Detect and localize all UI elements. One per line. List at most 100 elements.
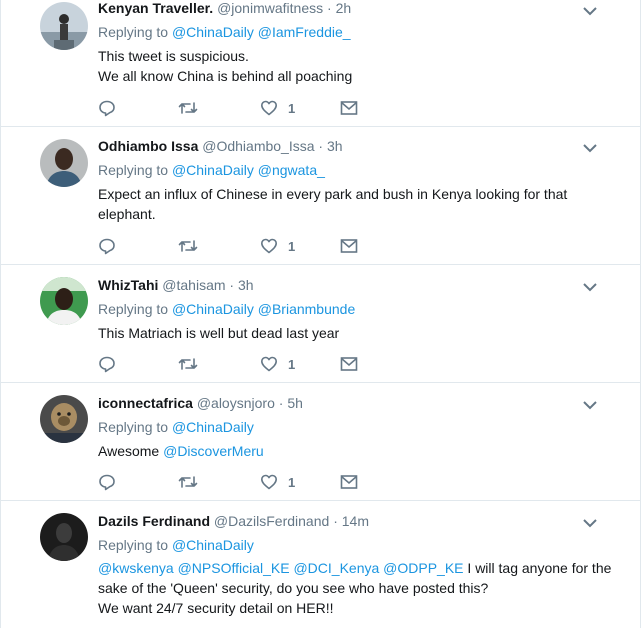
replying-to-label: Replying to xyxy=(98,537,169,553)
avatar[interactable] xyxy=(40,277,88,325)
tweet-feed: Kenyan Traveller. @jonimwafitness · 2h R… xyxy=(0,0,642,628)
chevron-down-icon[interactable] xyxy=(582,517,598,529)
tweet-text-line: Expect an influx of Chinese in every par… xyxy=(98,186,568,202)
retweet-button[interactable] xyxy=(178,98,198,118)
tweet-3[interactable]: WhizTahi @tahisam · 3h Replying to @Chin… xyxy=(0,265,640,382)
mention-link[interactable]: @ChinaDaily xyxy=(172,162,254,178)
chevron-down-icon[interactable] xyxy=(582,5,598,17)
tweet-time[interactable]: 2h xyxy=(336,0,352,16)
mention-link[interactable]: @NPSOfficial_KE xyxy=(178,560,290,576)
replying-to-label: Replying to xyxy=(98,162,169,178)
retweet-button[interactable] xyxy=(178,354,198,374)
separator-dot: · xyxy=(278,395,284,411)
message-button[interactable] xyxy=(340,98,358,118)
tweet-time[interactable]: 3h xyxy=(238,277,254,293)
user-handle[interactable]: @tahisam xyxy=(162,277,225,293)
like-button[interactable]: 1 xyxy=(260,98,295,118)
tweet-actions: 1 xyxy=(98,472,368,492)
like-button[interactable]: 1 xyxy=(260,472,295,492)
tweet-text-line: This tweet is suspicious. xyxy=(98,48,249,64)
like-count: 1 xyxy=(288,356,296,372)
retweet-button[interactable] xyxy=(178,472,198,492)
display-name[interactable]: WhizTahi xyxy=(98,277,158,293)
chevron-down-icon[interactable] xyxy=(582,399,598,411)
message-icon xyxy=(340,475,358,489)
mention-link[interactable]: @kwskenya xyxy=(98,560,174,576)
replying-to: Replying to @ChinaDaily xyxy=(98,537,254,553)
mention-link[interactable]: @ChinaDaily xyxy=(172,24,254,40)
avatar[interactable] xyxy=(40,513,88,561)
tweet-text: This tweet is suspicious. We all know Ch… xyxy=(98,46,588,86)
like-button[interactable]: 1 xyxy=(260,354,295,374)
tweet-text-line: @kwskenya @NPSOfficial_KE @DCI_Kenya @OD… xyxy=(98,558,611,578)
reply-button[interactable] xyxy=(98,98,116,118)
mention-link[interactable]: @ngwata_ xyxy=(258,162,325,178)
avatar[interactable] xyxy=(40,395,88,443)
replying-to-label: Replying to xyxy=(98,24,169,40)
like-count: 1 xyxy=(288,100,296,116)
display-name[interactable]: Kenyan Traveller. xyxy=(98,0,213,16)
like-button[interactable]: 1 xyxy=(260,236,295,256)
chevron-down-icon[interactable] xyxy=(582,142,598,154)
reply-icon xyxy=(99,474,115,491)
tweet-text-span: Awesome xyxy=(98,443,160,459)
right-border xyxy=(640,0,641,628)
avatar[interactable] xyxy=(40,2,88,50)
tweet-2[interactable]: Odhiambo Issa @Odhiambo_Issa · 3h Replyi… xyxy=(0,127,640,264)
tweet-text: Expect an influx of Chinese in every par… xyxy=(98,184,588,224)
tweet-text-line: sake of the 'Queen' security, do you see… xyxy=(98,580,489,596)
replying-to: Replying to @ChinaDaily xyxy=(98,419,254,435)
mention-link[interactable]: @ODPP_KE xyxy=(383,560,463,576)
tweet-time[interactable]: 5h xyxy=(287,395,303,411)
like-icon xyxy=(261,238,277,254)
tweet-text-line: We want 24/7 security detail on HER!! xyxy=(98,600,334,616)
tweet-text-line: We all know China is behind all poaching xyxy=(98,68,353,84)
separator-dot: · xyxy=(229,277,235,293)
retweet-icon xyxy=(178,476,198,488)
message-icon xyxy=(340,357,358,371)
user-handle[interactable]: @aloysnjoro xyxy=(197,395,275,411)
tweet-header: iconnectafrica @aloysnjoro · 5h xyxy=(98,395,303,411)
chevron-down-icon[interactable] xyxy=(582,281,598,293)
replying-to: Replying to @ChinaDaily @ngwata_ xyxy=(98,162,325,178)
user-handle[interactable]: @Odhiambo_Issa xyxy=(202,138,314,154)
tweet-1[interactable]: Kenyan Traveller. @jonimwafitness · 2h R… xyxy=(0,0,640,126)
mention-link[interactable]: @ChinaDaily xyxy=(172,537,254,553)
mention-link[interactable]: @ChinaDaily xyxy=(172,301,254,317)
tweet-header: Kenyan Traveller. @jonimwafitness · 2h xyxy=(98,0,351,16)
like-count: 1 xyxy=(288,238,296,254)
display-name[interactable]: Dazils Ferdinand xyxy=(98,513,210,529)
reply-icon xyxy=(99,238,115,255)
replying-to-label: Replying to xyxy=(98,301,169,317)
mention-link[interactable]: @ChinaDaily xyxy=(172,419,254,435)
display-name[interactable]: iconnectafrica xyxy=(98,395,193,411)
reply-button[interactable] xyxy=(98,472,116,492)
tweet-text-line: This Matriach is well but dead last year xyxy=(98,325,340,341)
avatar[interactable] xyxy=(40,139,88,187)
mention-link[interactable]: @Brianmbunde xyxy=(258,301,356,317)
user-handle[interactable]: @DazilsFerdinand xyxy=(214,513,329,529)
mention-link[interactable]: @IamFreddie_ xyxy=(258,24,351,40)
tweet-5[interactable]: Dazils Ferdinand @DazilsFerdinand · 14m … xyxy=(0,501,640,628)
message-button[interactable] xyxy=(340,354,358,374)
tweet-4[interactable]: iconnectafrica @aloysnjoro · 5h Replying… xyxy=(0,383,640,500)
retweet-icon xyxy=(178,102,198,114)
display-name[interactable]: Odhiambo Issa xyxy=(98,138,198,154)
reply-button[interactable] xyxy=(98,354,116,374)
message-button[interactable] xyxy=(340,236,358,256)
retweet-button[interactable] xyxy=(178,236,198,256)
mention-link[interactable]: @DiscoverMeru xyxy=(163,443,264,459)
tweet-text-line: elephant. xyxy=(98,206,156,222)
mention-link[interactable]: @DCI_Kenya xyxy=(293,560,379,576)
separator-dot: · xyxy=(318,138,324,154)
tweet-time[interactable]: 14m xyxy=(342,513,369,529)
user-handle[interactable]: @jonimwafitness xyxy=(217,0,323,16)
separator-dot: · xyxy=(333,513,338,529)
tweet-header: WhizTahi @tahisam · 3h xyxy=(98,277,254,293)
reply-button[interactable] xyxy=(98,236,116,256)
message-button[interactable] xyxy=(340,472,358,492)
tweet-text-line: Awesome @DiscoverMeru xyxy=(98,441,588,461)
reply-icon xyxy=(99,356,115,373)
tweet-actions: 1 xyxy=(98,236,368,256)
tweet-time[interactable]: 3h xyxy=(327,138,343,154)
